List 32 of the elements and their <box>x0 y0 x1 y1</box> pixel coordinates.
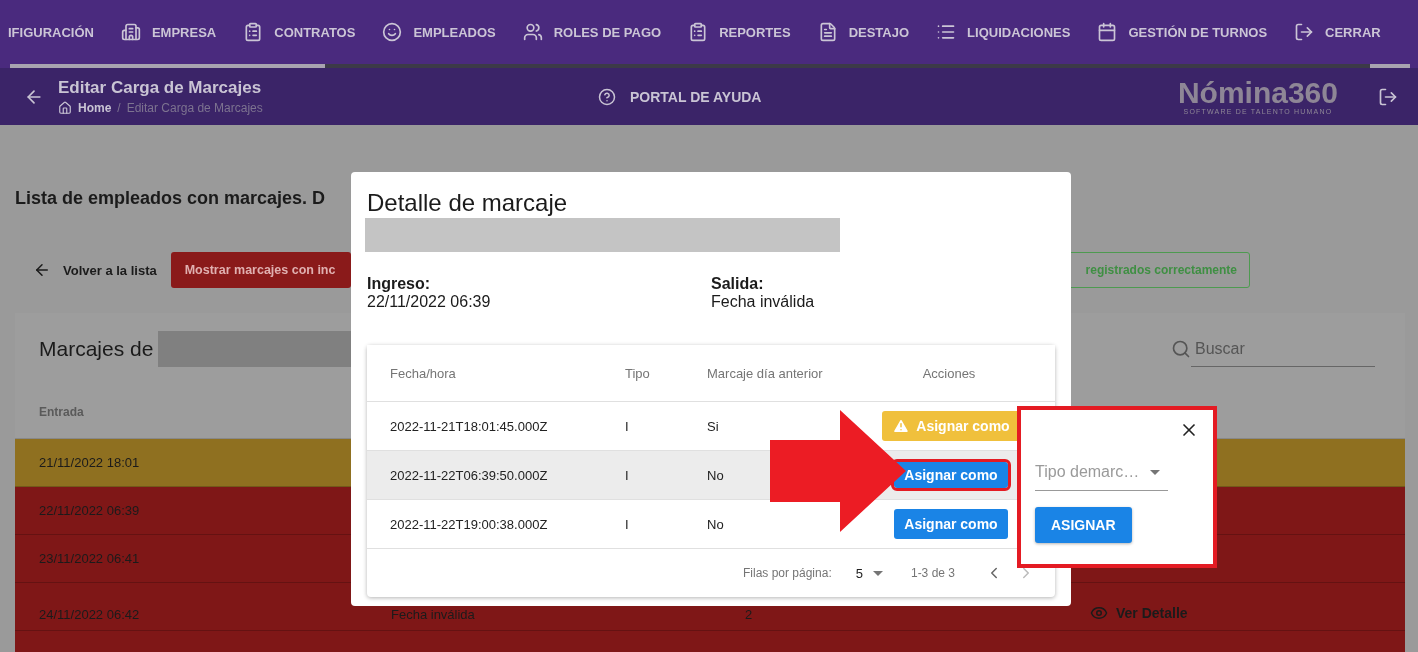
table-cell-text: No <box>707 516 725 532</box>
page-title: Editar Carga de Marcajes <box>58 78 263 98</box>
field-value: Fecha inválida <box>711 293 816 311</box>
table-cell-text: 2022-11-22T19:00:38.000Z <box>390 516 549 532</box>
table-cell-text: 2022-11-22T06:39:50.000Z <box>390 467 549 483</box>
breadcrumb-separator: / <box>117 101 121 115</box>
table-cell-text: 21/11/2022 18:01 <box>39 455 141 470</box>
column-header: Entrada <box>39 404 84 419</box>
rows-per-page-label: Filas por página: <box>743 566 832 580</box>
field-label: Ingreso: <box>367 275 432 293</box>
table-cell-text: Si <box>707 418 720 434</box>
table-cell-text: 2 <box>745 607 754 622</box>
table-cell-text: 2022-11-21T18:01:45.000Z <box>390 418 549 434</box>
table-cell-text: I <box>625 418 630 434</box>
column-header: Fecha/hora <box>390 365 457 381</box>
logo: Nómina360 <box>1177 78 1338 108</box>
column-header: Marcaje día anterior <box>707 365 824 381</box>
table-cell-text: 23/11/2022 06:41 <box>39 551 141 566</box>
table-cell-text: No <box>707 467 725 483</box>
column-header: Acciones <box>921 365 977 381</box>
table-cell-text: Fecha inválida <box>391 607 476 622</box>
table-cell-text: I <box>625 467 630 483</box>
field-label: Salida: <box>711 275 765 293</box>
table-cell-text: 22/11/2022 06:39 <box>39 503 141 518</box>
page-range: 1-3 de 3 <box>910 566 955 580</box>
section-heading: Lista de empleados con marcajes. D <box>15 188 326 209</box>
dialog-title: Detalle de marcaje <box>367 188 569 218</box>
card-title: Marcajes de <box>39 337 154 361</box>
table-cell-text: 24/11/2022 06:42 <box>39 607 141 622</box>
field-value: 22/11/2022 06:39 <box>367 293 492 311</box>
table-cell-text: I <box>625 516 630 532</box>
column-header: Tipo <box>625 365 651 381</box>
